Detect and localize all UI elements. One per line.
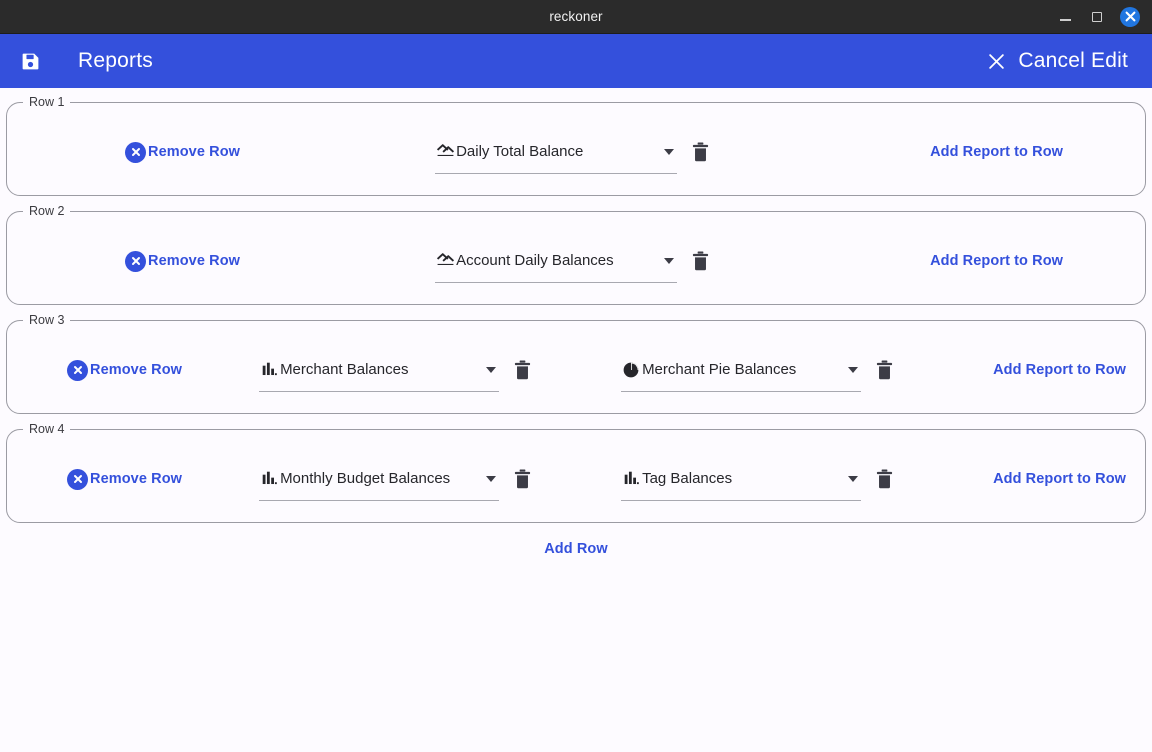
report-slot-3-2: Merchant Pie Balances (621, 348, 901, 392)
add-report-to-row-button-2[interactable]: Add Report to Row (930, 253, 1063, 269)
report-slot-1-1: Daily Total Balance (435, 130, 717, 174)
delete-report-button-4-2[interactable] (867, 462, 901, 496)
cancel-edit-button[interactable] (986, 51, 1006, 71)
app-bar-actions: Cancel Edit (986, 49, 1138, 73)
window-title: reckoner (549, 9, 603, 24)
bar-chart-icon (621, 469, 641, 489)
rows-container: Row 1 Remove Row Daily Total Balance Add… (0, 95, 1152, 561)
line-chart-icon (435, 142, 455, 162)
minimize-button[interactable] (1056, 8, 1074, 26)
report-slot-2-1: Account Daily Balances (435, 239, 717, 283)
line-chart-icon (435, 251, 455, 271)
chevron-down-icon (483, 471, 499, 487)
report-select-2-1[interactable]: Account Daily Balances (435, 239, 678, 283)
report-slot-4-2: Tag Balances (621, 457, 901, 501)
delete-report-button-2-1[interactable] (683, 244, 717, 278)
trash-icon (514, 360, 530, 380)
circle-x-icon (125, 250, 146, 272)
delete-report-button-4-1[interactable] (505, 462, 539, 496)
report-select-value: Account Daily Balances (456, 252, 614, 269)
pie-chart-icon (621, 360, 641, 380)
delete-report-button-3-2[interactable] (867, 353, 901, 387)
chevron-down-icon (483, 362, 499, 378)
circle-x-icon (67, 359, 88, 381)
remove-row-button-1[interactable]: Remove Row (125, 141, 241, 163)
report-select-value: Tag Balances (642, 470, 733, 487)
trash-icon (692, 251, 708, 271)
close-button[interactable] (1120, 6, 1140, 27)
delete-report-button-1-1[interactable] (683, 135, 717, 169)
save-icon (22, 53, 38, 69)
delete-report-button-3-1[interactable] (505, 353, 539, 387)
bar-chart-icon (259, 360, 279, 380)
app-bar: Reports Cancel Edit (0, 34, 1152, 88)
page-title: Reports (78, 49, 153, 72)
chevron-down-icon (661, 144, 677, 160)
bar-chart-icon (259, 469, 279, 489)
save-button[interactable] (18, 49, 42, 73)
remove-row-button-3[interactable]: Remove Row (67, 359, 183, 381)
row-legend-1: Row 1 (29, 95, 65, 109)
row-fieldset-3: Row 3 Remove Row Merchant Balances Merch… (6, 313, 1146, 414)
close-x-icon (989, 53, 1004, 69)
report-select-4-2[interactable]: Tag Balances (621, 457, 862, 501)
row-fieldset-2: Row 2 Remove Row Account Daily Balances … (6, 204, 1146, 305)
report-select-4-1[interactable]: Monthly Budget Balances (259, 457, 500, 501)
report-select-3-1[interactable]: Merchant Balances (259, 348, 500, 392)
maximize-button[interactable] (1088, 8, 1106, 26)
row-content-2: Remove Row Account Daily Balances Add Re… (7, 218, 1145, 304)
add-row-button[interactable]: Add Row (536, 537, 616, 561)
trash-icon (692, 142, 708, 162)
cancel-edit-label[interactable]: Cancel Edit (1018, 49, 1128, 73)
row-content-1: Remove Row Daily Total Balance Add Repor… (7, 109, 1145, 195)
circle-x-icon (67, 468, 88, 490)
row-legend-2: Row 2 (29, 204, 65, 218)
remove-row-button-2[interactable]: Remove Row (125, 250, 241, 272)
report-select-1-1[interactable]: Daily Total Balance (435, 130, 678, 174)
chevron-down-icon (845, 471, 861, 487)
row-legend-4: Row 4 (29, 422, 65, 436)
add-report-to-row-button-4[interactable]: Add Report to Row (993, 471, 1126, 487)
row-fieldset-4: Row 4 Remove Row Monthly Budget Balances… (6, 422, 1146, 523)
trash-icon (876, 360, 892, 380)
report-select-value: Merchant Balances (280, 361, 409, 378)
maximize-icon (1092, 11, 1102, 22)
chevron-down-icon (845, 362, 861, 378)
remove-row-button-4[interactable]: Remove Row (67, 468, 183, 490)
minimize-icon (1059, 19, 1071, 21)
trash-icon (876, 469, 892, 489)
add-report-to-row-button-3[interactable]: Add Report to Row (993, 362, 1126, 378)
close-icon (1125, 11, 1135, 22)
remove-row-label: Remove Row (148, 253, 241, 269)
chevron-down-icon (661, 253, 677, 269)
report-slot-3-1: Merchant Balances (259, 348, 539, 392)
row-content-4: Remove Row Monthly Budget Balances Tag B… (7, 436, 1145, 522)
add-report-to-row-button-1[interactable]: Add Report to Row (930, 144, 1063, 160)
report-select-value: Daily Total Balance (456, 143, 584, 160)
trash-icon (514, 469, 530, 489)
window-titlebar: reckoner (0, 0, 1152, 34)
row-fieldset-1: Row 1 Remove Row Daily Total Balance Add… (6, 95, 1146, 196)
row-legend-3: Row 3 (29, 313, 65, 327)
row-content-3: Remove Row Merchant Balances Merchant Pi… (7, 327, 1145, 413)
remove-row-label: Remove Row (90, 471, 183, 487)
report-select-3-2[interactable]: Merchant Pie Balances (621, 348, 862, 392)
circle-x-icon (125, 141, 146, 163)
remove-row-label: Remove Row (148, 144, 241, 160)
report-select-value: Merchant Pie Balances (642, 361, 797, 378)
add-row-container: Add Row (0, 537, 1152, 561)
remove-row-label: Remove Row (90, 362, 183, 378)
report-select-value: Monthly Budget Balances (280, 470, 451, 487)
report-slot-4-1: Monthly Budget Balances (259, 457, 539, 501)
window-controls (1056, 6, 1152, 27)
